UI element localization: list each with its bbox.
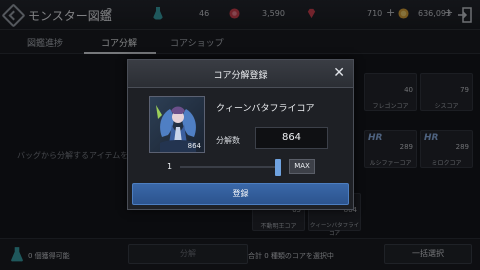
core-owned-count: 864: [187, 142, 201, 150]
decompose-quantity-label: 分解数: [216, 136, 240, 145]
dialog-header: コア分解登録 ✕: [128, 60, 353, 88]
close-icon[interactable]: ✕: [333, 65, 345, 81]
register-button[interactable]: 登録: [132, 183, 349, 205]
decompose-quantity-input[interactable]: 864: [255, 127, 328, 149]
core-thumbnail: 864: [149, 96, 205, 153]
core-name: クィーンバタフライコア: [216, 104, 315, 114]
max-button[interactable]: MAX: [289, 159, 315, 174]
dialog-title: コア分解登録: [213, 71, 268, 81]
quantity-slider-track[interactable]: [180, 166, 280, 168]
core-decompose-dialog: コア分解登録 ✕ 864 クィーンバタフライコア 分解数 864 1 MAX 登…: [127, 59, 354, 210]
quantity-slider-handle[interactable]: [275, 159, 281, 176]
slider-min-value: 1: [167, 162, 173, 171]
